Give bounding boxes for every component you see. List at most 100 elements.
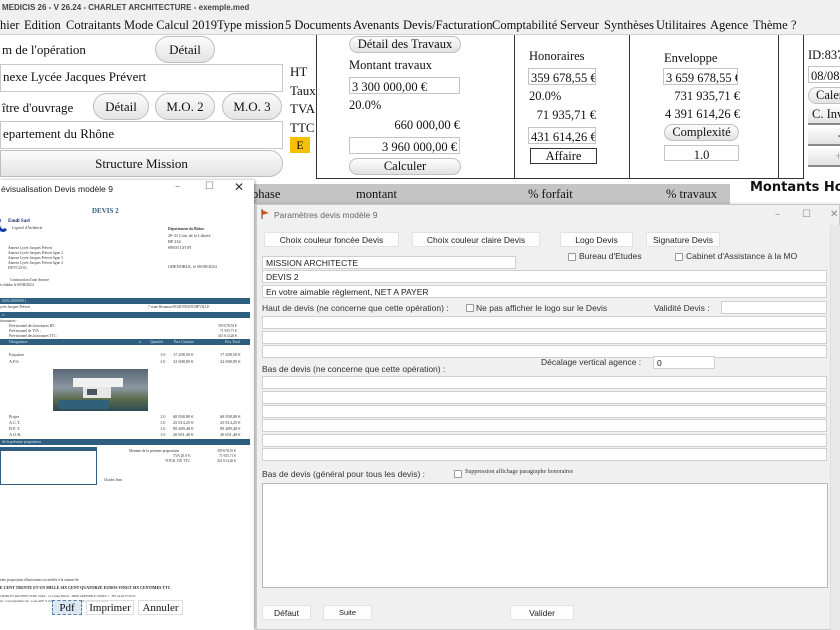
honoraires-tva: 71 935,71 € bbox=[536, 108, 596, 122]
light-color-button[interactable]: Choix couleur claire Devis bbox=[412, 232, 540, 247]
menu-type-mission[interactable]: Type mission bbox=[217, 18, 284, 33]
column-unit: u bbox=[139, 340, 141, 344]
honoraires-ttc-field[interactable]: 431 614,26 € bbox=[528, 127, 596, 144]
structure-mission-button[interactable]: Structure Mission bbox=[0, 150, 283, 177]
c-inv-button[interactable]: C. Inv bbox=[808, 107, 840, 125]
travaux-ht-field[interactable]: 3 300 000,00 € bbox=[349, 77, 460, 94]
menu-help[interactable]: ? bbox=[791, 18, 797, 33]
detail-travaux-button[interactable]: Détail des Travaux bbox=[349, 36, 461, 53]
decalage-field[interactable]: 0 bbox=[653, 356, 715, 369]
bas-devis-label: Bas de devis (ne concerne que cette opér… bbox=[262, 364, 446, 374]
owner-detail-button[interactable]: Détail bbox=[93, 93, 149, 120]
row-qty: 1.0 bbox=[160, 432, 166, 437]
suppression-checkbox[interactable] bbox=[454, 470, 462, 478]
menu-theme[interactable]: Thème bbox=[753, 18, 788, 33]
minus-button[interactable]: - bbox=[808, 128, 840, 146]
enveloppe-ht-field[interactable]: 3 659 678,55 € bbox=[663, 68, 738, 85]
menu-avenants[interactable]: Avenants bbox=[353, 18, 399, 33]
menu-utilitaires[interactable]: Utilitaires bbox=[656, 18, 706, 33]
defaut-button[interactable]: Défaut bbox=[262, 605, 311, 620]
dark-color-button[interactable]: Choix couleur foncée Devis bbox=[264, 232, 399, 247]
bureau-etudes-label: Bureau d'Etudes bbox=[579, 251, 642, 261]
label-tva: TVA bbox=[290, 101, 316, 116]
bas-devis-line-4[interactable] bbox=[262, 419, 827, 432]
valider-button[interactable]: Valider bbox=[510, 605, 574, 620]
menu-mode-calcul[interactable]: Mode Calcul 2019 bbox=[124, 18, 217, 33]
date-field[interactable]: 08/08 bbox=[808, 66, 840, 83]
maximize-icon[interactable]: ☐ bbox=[205, 181, 214, 192]
bas-devis-line-3[interactable] bbox=[262, 405, 827, 418]
menu-fichier[interactable]: hier bbox=[0, 18, 19, 33]
signature-button[interactable]: Signature Devis bbox=[646, 232, 720, 247]
bas-devis-line-1[interactable] bbox=[262, 376, 827, 389]
client-line: ycée Jacques Prévert bbox=[0, 305, 30, 309]
cancel-button[interactable]: Annuler bbox=[138, 600, 183, 615]
bas-devis-line-2[interactable] bbox=[262, 391, 827, 404]
menu-edition[interactable]: Edition bbox=[24, 18, 61, 33]
print-button[interactable]: Imprimer bbox=[86, 600, 134, 615]
menu-syntheses[interactable]: Synthèses bbox=[604, 18, 654, 33]
status-badge-e[interactable]: E bbox=[290, 137, 310, 153]
column-montant[interactable]: montant bbox=[356, 187, 397, 202]
row-qty: 1.0 bbox=[160, 414, 166, 419]
cabinet-label: Cabinet d'Assistance à la MO bbox=[686, 251, 798, 261]
suite-button[interactable]: Suite bbox=[323, 605, 372, 620]
company-name: Emdi Sarl bbox=[8, 219, 30, 224]
travaux-taux: 20.0% bbox=[349, 98, 382, 112]
bureau-etudes-checkbox[interactable] bbox=[568, 253, 576, 261]
operation-name-field[interactable]: nexe Lycée Jacques Prévert bbox=[0, 64, 283, 92]
complexite-button[interactable]: Complexité bbox=[664, 124, 739, 141]
menu-devis-facturation[interactable]: Devis/Facturation bbox=[403, 18, 493, 33]
doc-band: 0202 2000000 ) bbox=[0, 298, 250, 304]
reglement-field[interactable]: En votre aimable règlement, NET A PAYER bbox=[262, 285, 827, 298]
footer-line: CHARLET ARCHITECTURE SARL - 21 avenue Be… bbox=[0, 594, 136, 598]
devis-title-field[interactable]: DEVIS 2 bbox=[262, 270, 827, 283]
close-icon[interactable]: ✕ bbox=[830, 209, 838, 220]
calendar-button[interactable]: Caler bbox=[808, 87, 840, 104]
bas-devis-line-5[interactable] bbox=[262, 434, 827, 447]
complexite-field[interactable]: 1.0 bbox=[664, 145, 739, 161]
minimize-icon[interactable]: – bbox=[175, 181, 180, 192]
column-phase[interactable]: phase bbox=[252, 187, 280, 202]
haut-devis-line-1[interactable] bbox=[262, 316, 827, 329]
minimize-icon[interactable]: – bbox=[775, 209, 780, 220]
haut-devis-label: Haut de devis (ne concerne que cette opé… bbox=[262, 303, 449, 313]
menu-cotraitants[interactable]: Cotraitants bbox=[66, 18, 121, 33]
close-icon[interactable]: ✕ bbox=[234, 180, 244, 194]
menu-comptabilite[interactable]: Comptabilité bbox=[492, 18, 557, 33]
signature-box bbox=[0, 447, 97, 485]
enveloppe-panel: Enveloppe 3 659 678,55 € 731 935,71 € 4 … bbox=[629, 35, 804, 179]
mission-field[interactable]: MISSION ARCHITECTE bbox=[262, 256, 516, 269]
affaire-button[interactable]: Affaire bbox=[530, 148, 597, 164]
mo3-button[interactable]: M.O. 3 bbox=[222, 93, 282, 120]
haut-devis-line-2[interactable] bbox=[262, 331, 827, 344]
cabinet-checkbox[interactable] bbox=[675, 253, 683, 261]
column-forfait[interactable]: % forfait bbox=[528, 187, 573, 202]
provisional-value: 359 678,55 € bbox=[218, 324, 237, 328]
operation-detail-button[interactable]: Détail bbox=[155, 36, 215, 63]
column-travaux[interactable]: % travaux bbox=[666, 187, 717, 202]
bas-general-textarea[interactable] bbox=[262, 483, 828, 588]
bas-devis-line-6[interactable] bbox=[262, 448, 827, 461]
menu-serveur[interactable]: Serveur bbox=[560, 18, 599, 33]
pdf-button[interactable]: Pdf bbox=[52, 600, 82, 615]
menu-documents[interactable]: 5 Documents bbox=[285, 18, 351, 33]
mo2-button[interactable]: M.O. 2 bbox=[155, 93, 215, 120]
app-title: MEDICIS 26 - V 26.24 - CHARLET ARCHITECT… bbox=[2, 3, 250, 12]
calculer-button[interactable]: Calculer bbox=[349, 158, 461, 175]
menu-agence[interactable]: Agence bbox=[710, 18, 748, 33]
travaux-ttc-field[interactable]: 3 960 000,00 € bbox=[349, 137, 460, 154]
honoraires-ht-field[interactable]: 359 678,55 € bbox=[528, 68, 596, 85]
no-logo-checkbox[interactable] bbox=[466, 304, 474, 312]
logo-button[interactable]: Logo Devis bbox=[560, 232, 633, 247]
vertical-scrollbar[interactable] bbox=[830, 225, 840, 630]
maximize-icon[interactable]: ☐ bbox=[802, 209, 811, 220]
owner-field[interactable]: epartement du Rhône bbox=[0, 121, 283, 149]
validite-field[interactable] bbox=[721, 301, 827, 314]
preview-title-bar: évisualisation Devis modèle 9 bbox=[0, 180, 254, 198]
plus-button[interactable]: + bbox=[808, 149, 840, 167]
recipient-line: 69003 LYON bbox=[168, 245, 192, 250]
preview-window: évisualisation Devis modèle 9 – ☐ ✕ DEVI… bbox=[0, 180, 254, 630]
panel-divider bbox=[778, 35, 779, 179]
label-ht: HT bbox=[290, 64, 308, 79]
